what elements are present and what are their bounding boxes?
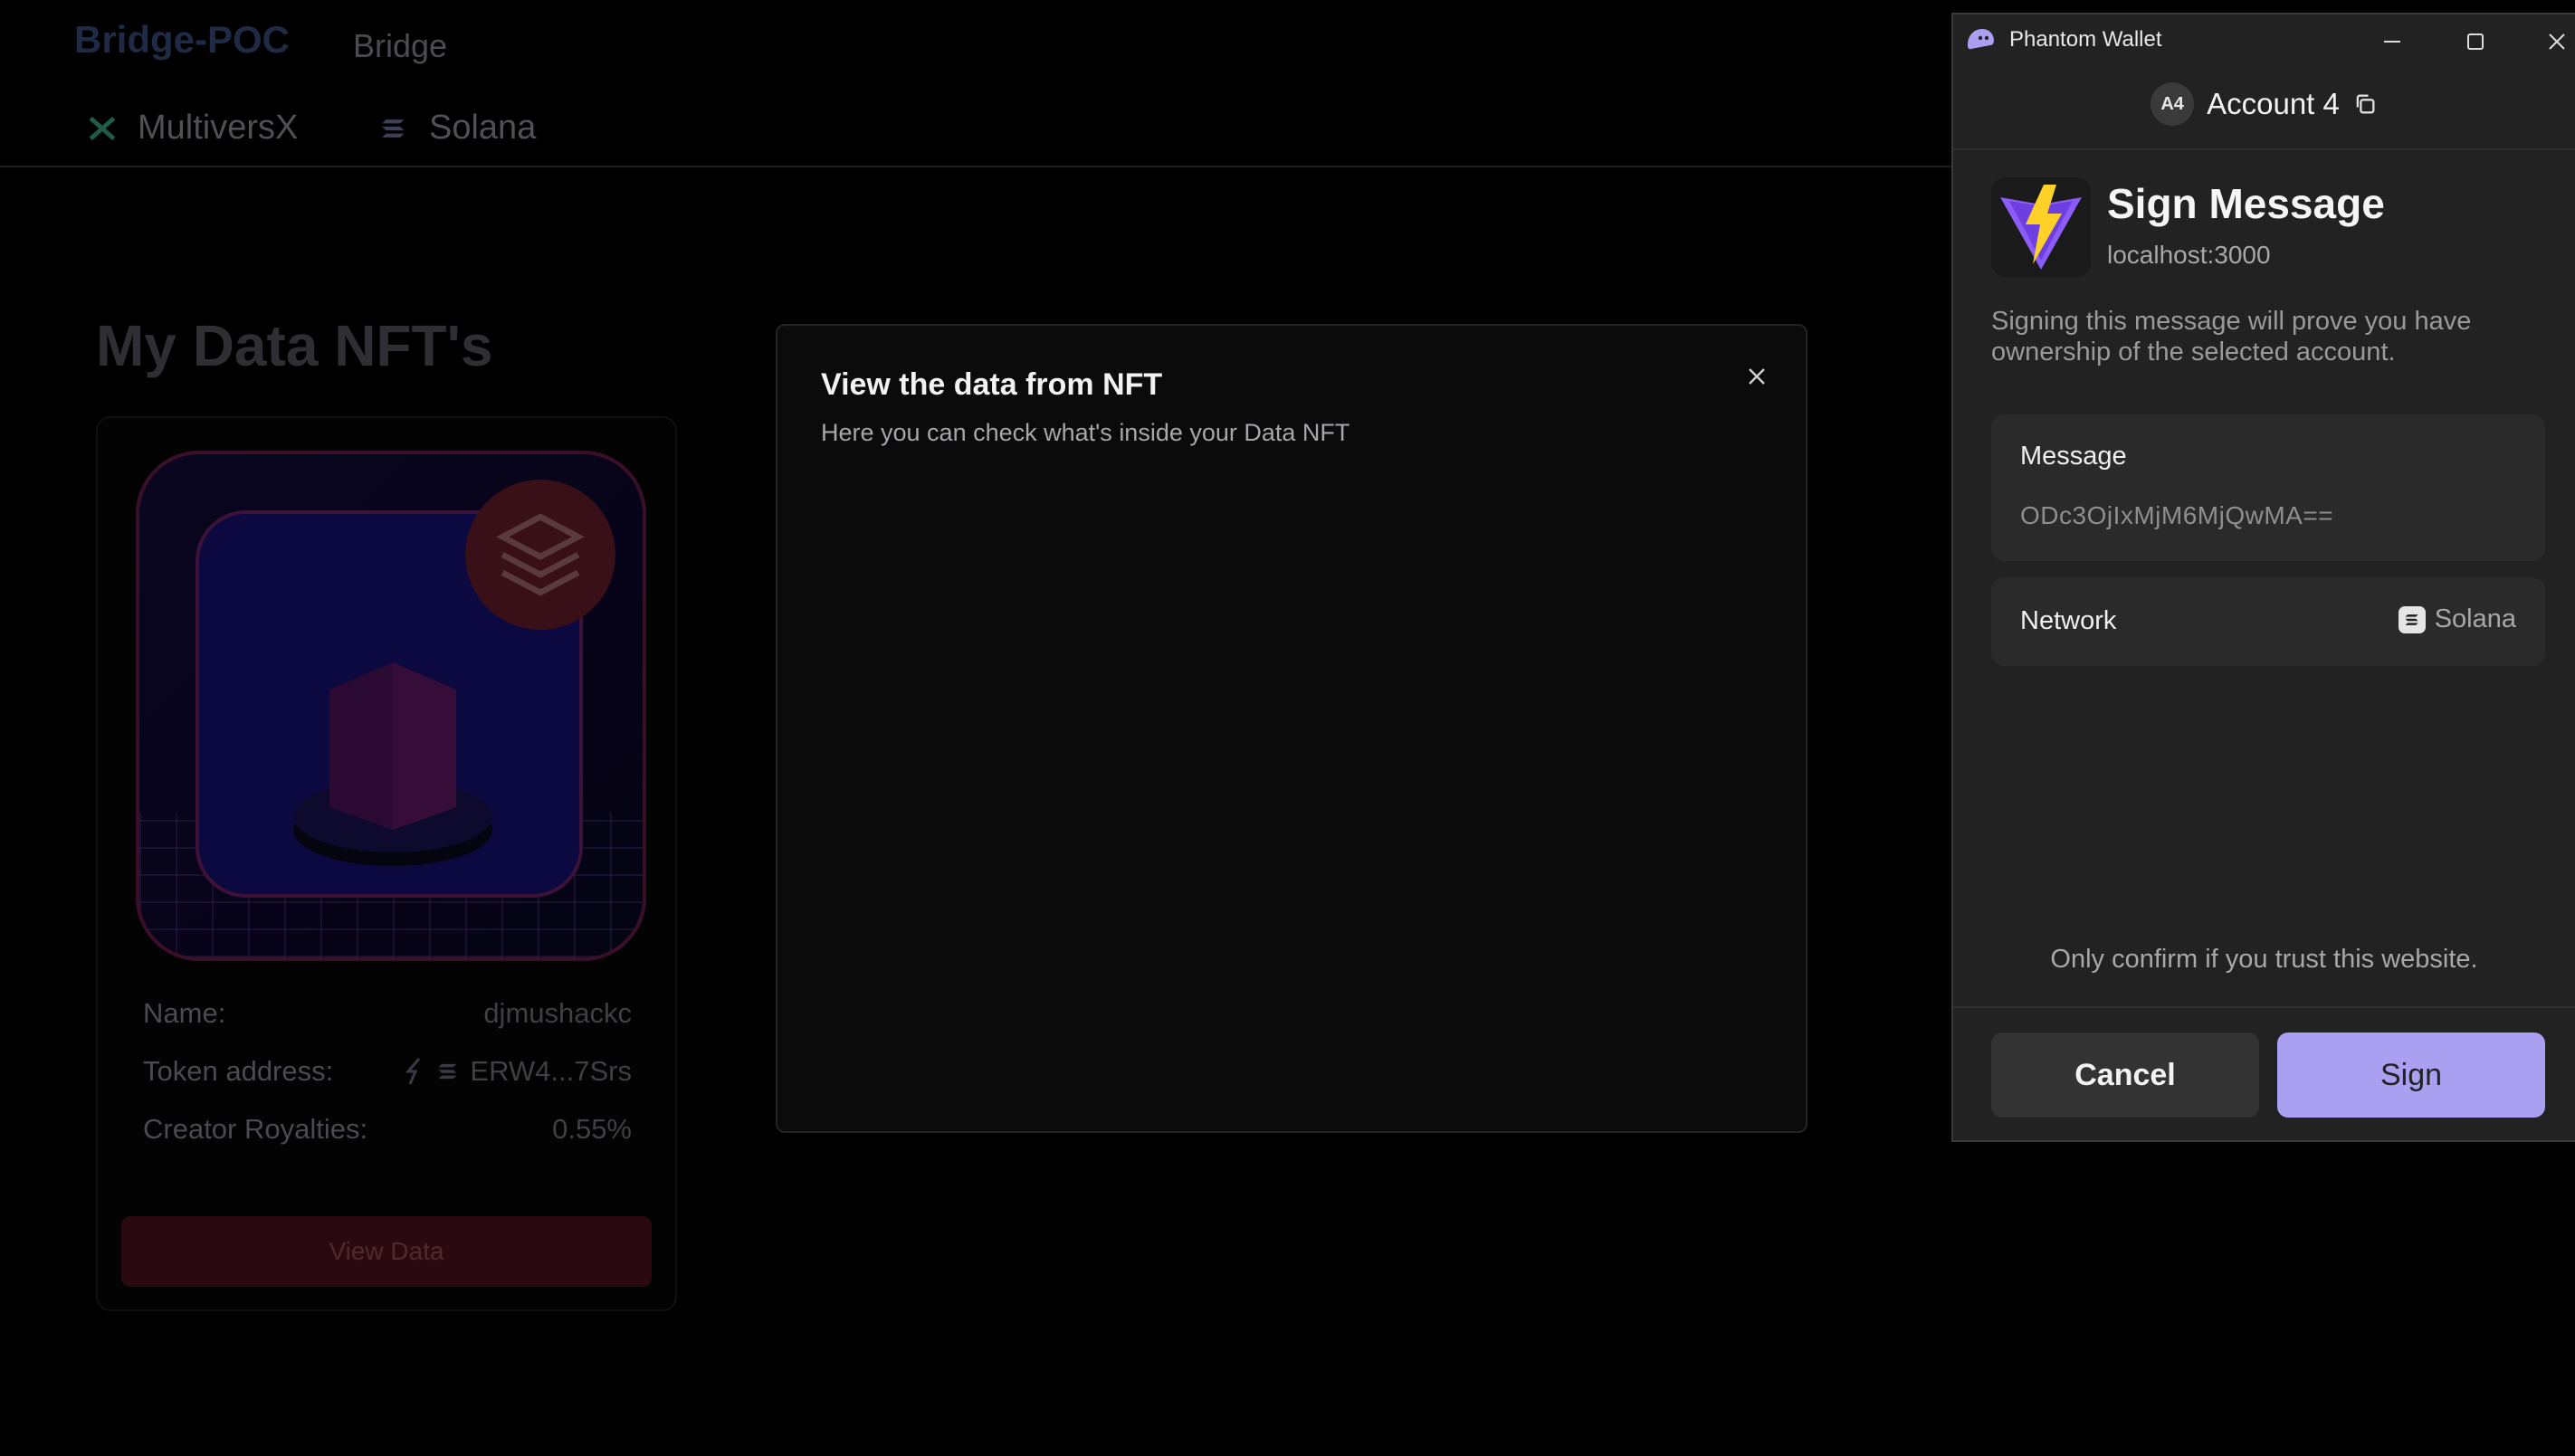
request-origin: localhost:3000 — [2107, 241, 2271, 269]
brand-logo-text[interactable]: Bridge-POC — [74, 18, 290, 62]
phantom-logo-icon — [1968, 29, 1994, 50]
trust-note: Only confirm if you trust this website. — [2050, 945, 2478, 974]
message-panel: Message ODc3OjIxMjM6MjQwMA== — [1991, 414, 2545, 561]
maximize-icon — [2467, 33, 2484, 50]
chain-tab-multiversx[interactable]: MultiversX — [87, 109, 298, 148]
footer-divider — [1953, 1006, 2575, 1008]
phantom-wallet-window: Phantom Wallet A4 Account 4 Sign Message… — [1951, 13, 2575, 1142]
minimize-icon — [2384, 41, 2400, 43]
link-icon — [405, 1058, 421, 1085]
network-label: Network — [2020, 606, 2117, 635]
close-icon — [1749, 368, 1765, 385]
nft-token-label: Token address: — [143, 1055, 334, 1087]
nft-royalties-label: Creator Royalties: — [143, 1113, 368, 1145]
network-panel: Network Solana — [1991, 577, 2545, 666]
modal-subtitle: Here you can check what's inside your Da… — [821, 419, 1350, 446]
chain-label-multiversx: MultiversX — [138, 109, 299, 147]
chain-tab-solana[interactable]: Solana — [378, 109, 536, 148]
multiversx-icon — [89, 116, 116, 140]
nft-name-value: djmushackc — [483, 997, 632, 1029]
window-titlebar[interactable]: Phantom Wallet — [1953, 14, 2575, 71]
account-avatar: A4 — [2151, 82, 2195, 126]
top-navigation: Bridge-POC Bridge MultiversX Solana — [0, 0, 1951, 167]
chain-label-solana: Solana — [429, 109, 537, 147]
page-title: My Data NFT's — [96, 313, 493, 378]
modal-close-button[interactable] — [1741, 360, 1773, 393]
sign-description: Signing this message will prove you have… — [1991, 307, 2472, 366]
network-value: Solana — [2434, 604, 2516, 633]
nft-token-value-group[interactable]: ERW4...7Srs — [403, 1055, 632, 1088]
minimize-button[interactable] — [2374, 24, 2410, 60]
nft-artwork — [136, 451, 646, 961]
solana-icon — [382, 119, 405, 138]
network-value-group: Solana — [2398, 604, 2516, 634]
copy-icon[interactable] — [2352, 91, 2378, 117]
message-label: Message — [2020, 442, 2127, 471]
nft-royalties-value: 0.55% — [552, 1113, 632, 1145]
nft-token-value: ERW4...7Srs — [470, 1055, 632, 1087]
sign-button[interactable]: Sign — [2277, 1033, 2545, 1118]
nft-token-row: Token address: ERW4...7Srs — [143, 1055, 632, 1088]
view-data-button[interactable]: View Data — [121, 1216, 652, 1287]
nft-card: Name: djmushackc Token address: ERW4...7… — [96, 416, 677, 1311]
close-icon — [2549, 33, 2565, 50]
sign-message-heading: Sign Message — [2107, 180, 2385, 227]
layers-icon — [496, 513, 585, 596]
header-divider — [1953, 148, 2575, 150]
solana-icon — [2398, 605, 2426, 633]
account-selector[interactable]: A4 Account 4 — [1953, 82, 2575, 126]
artwork-cube — [293, 662, 492, 866]
layers-badge — [465, 480, 615, 630]
window-title: Phantom Wallet — [2009, 27, 2162, 52]
nft-royalties-row: Creator Royalties: 0.55% — [143, 1113, 632, 1146]
account-name: Account 4 — [2207, 87, 2340, 120]
solana-small-icon — [438, 1063, 457, 1080]
modal-title: View the data from NFT — [821, 367, 1163, 402]
nft-name-row: Name: djmushackc — [143, 997, 632, 1030]
nft-name-label: Name: — [143, 997, 226, 1029]
view-data-modal: View the data from NFT Here you can chec… — [776, 324, 1807, 1133]
message-value: ODc3OjIxMjM6MjQwMA== — [2020, 501, 2334, 529]
cancel-button[interactable]: Cancel — [1991, 1033, 2259, 1118]
nav-link-bridge[interactable]: Bridge — [353, 27, 447, 65]
maximize-button[interactable] — [2457, 24, 2494, 60]
site-favicon-icon — [1991, 177, 2091, 277]
window-close-button[interactable] — [2539, 24, 2575, 60]
